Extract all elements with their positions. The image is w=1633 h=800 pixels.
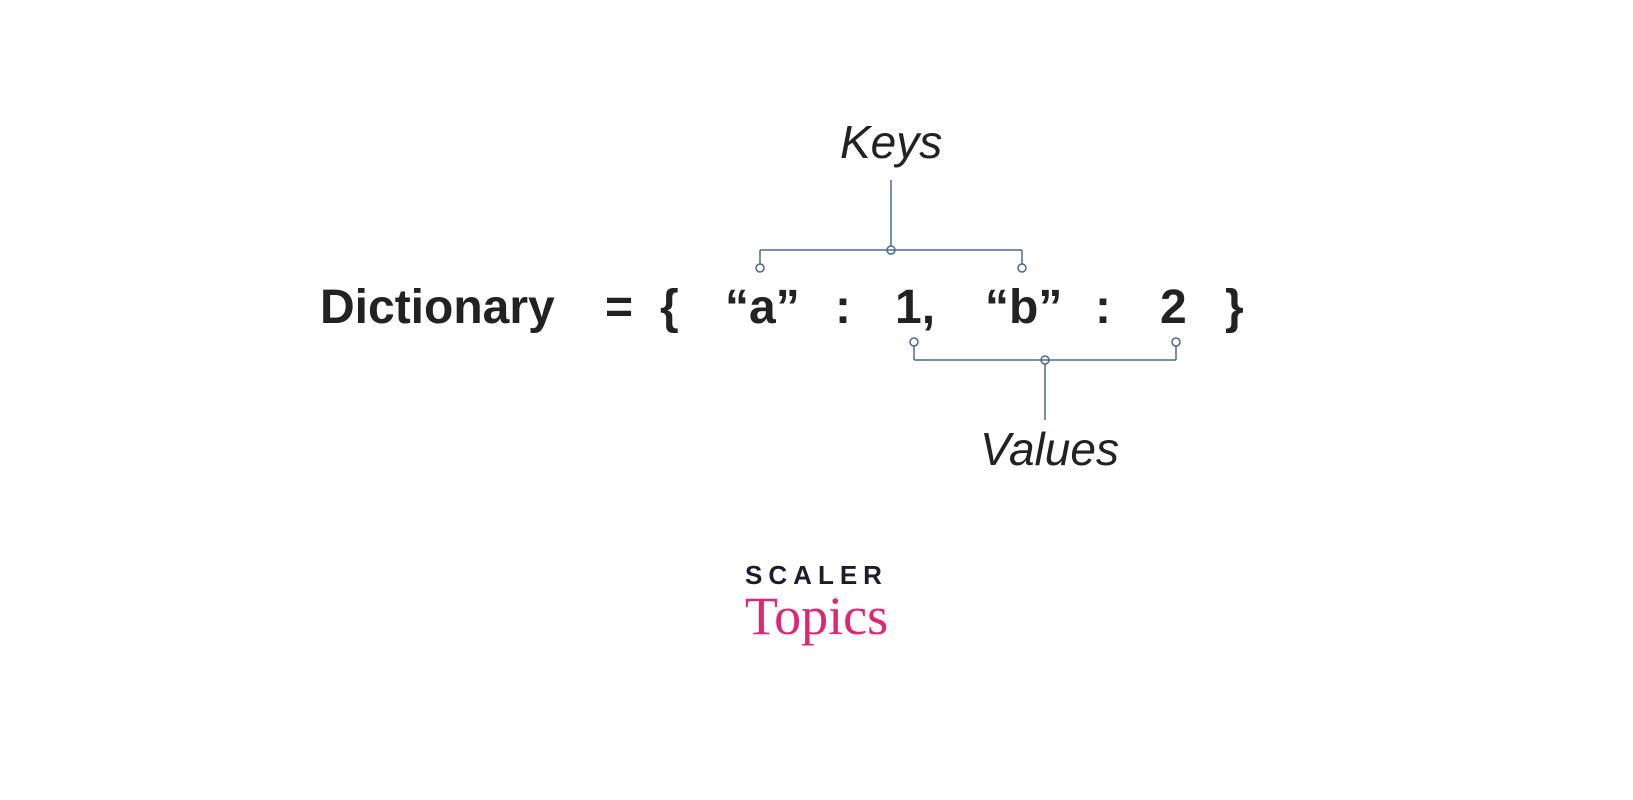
token-key1: “a” <box>725 280 800 335</box>
token-open: { <box>660 280 679 335</box>
token-colon2: : <box>1095 280 1111 335</box>
dictionary-expression: Dictionary = { “a” : 1, “b” : 2 } <box>0 280 1633 340</box>
brand-logo: SCALER Topics <box>0 560 1633 647</box>
token-colon1: : <box>835 280 851 335</box>
values-label: Values <box>980 422 1119 476</box>
token-eq: = <box>605 280 633 335</box>
token-val1: 1, <box>895 280 935 335</box>
brand-line-2: Topics <box>0 585 1633 647</box>
keys-label: Keys <box>840 115 942 169</box>
token-close: } <box>1225 280 1244 335</box>
token-key2: “b” <box>985 280 1062 335</box>
token-var: Dictionary <box>320 280 555 335</box>
connector-lines <box>0 0 1633 800</box>
token-val2: 2 <box>1160 280 1187 335</box>
diagram-stage: Keys Values Dictionary = { “a” : 1, <box>0 0 1633 800</box>
